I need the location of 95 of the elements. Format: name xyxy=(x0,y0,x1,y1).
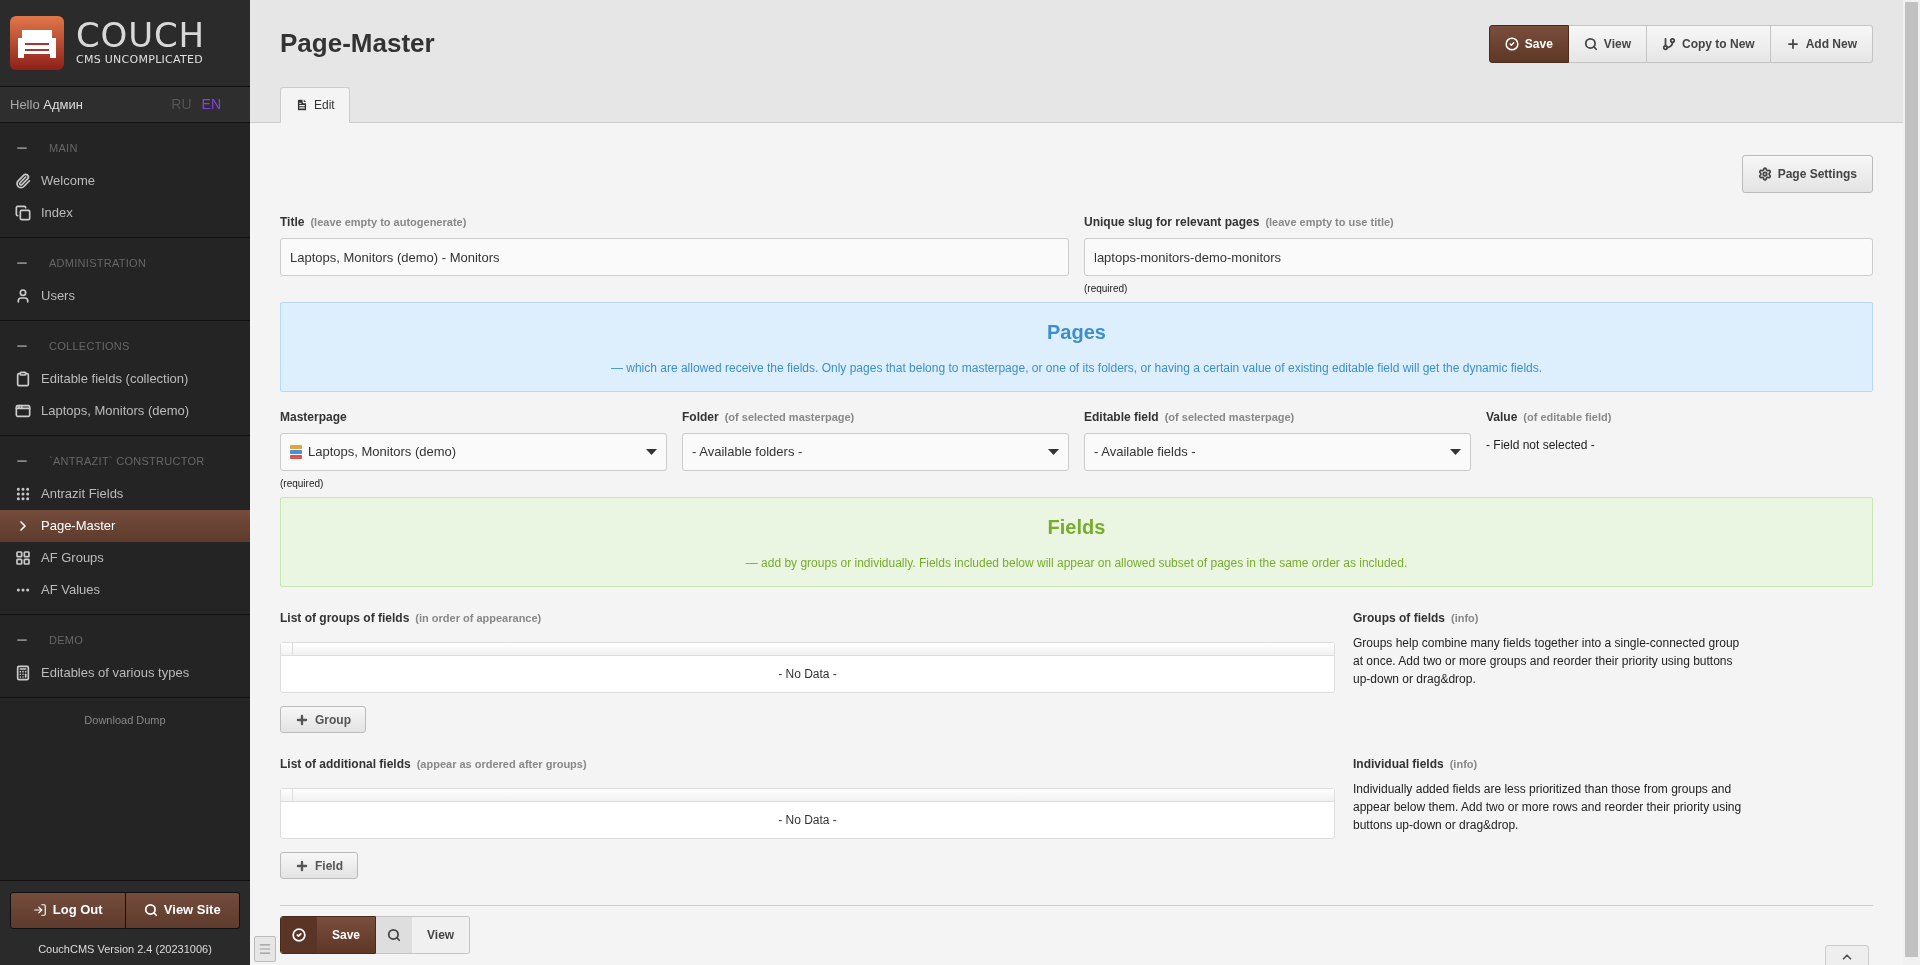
sidebar-item[interactable]: Users xyxy=(0,280,250,312)
check-circle-icon xyxy=(1504,36,1519,51)
greeting-text: Hello Админ xyxy=(10,95,83,114)
page-settings-button[interactable]: Page Settings xyxy=(1741,155,1873,193)
search-icon xyxy=(143,903,158,917)
field-label: Unique slug for relevant pages xyxy=(1084,214,1260,231)
sidebar-item[interactable]: Index xyxy=(0,197,250,229)
select-field[interactable]: - Available fields - xyxy=(1084,433,1471,471)
field-hint: (leave empty to autogenerate) xyxy=(310,215,467,230)
section-heading: DEMO xyxy=(49,632,84,648)
section-heading: COLLECTIONS xyxy=(49,338,130,354)
dot-grid-icon xyxy=(15,486,31,502)
field-label: Folder xyxy=(682,409,719,426)
stacked-squares-icon xyxy=(15,205,31,221)
plus-icon xyxy=(1785,36,1800,51)
action-button[interactable]: View xyxy=(1568,24,1647,63)
brand-tagline: CMS UNCOMPLICATED xyxy=(76,51,204,68)
sidebar-item[interactable]: Antrazit Fields xyxy=(0,478,250,510)
action-button[interactable]: Save xyxy=(1488,24,1569,63)
view-site-button[interactable]: View Site xyxy=(125,891,240,929)
search-icon xyxy=(1583,36,1598,51)
field-hint: (leave empty to use title) xyxy=(1265,215,1394,230)
version-text: CouchCMS Version 2.4 (20231006) xyxy=(38,941,212,957)
select-field[interactable]: Laptops, Monitors (demo) xyxy=(280,433,667,471)
field-hint: (of editable field) xyxy=(1523,410,1612,425)
panel-heading: Fields xyxy=(1047,515,1106,540)
action-button[interactable]: Save xyxy=(280,916,377,954)
field-hint: (info) xyxy=(1451,611,1479,626)
sidebar-item[interactable]: Laptops, Monitors (demo) xyxy=(0,395,250,427)
field-label: List of groups of fields xyxy=(280,610,410,627)
sidebar-toggle-button[interactable] xyxy=(254,936,276,962)
sidebar-item[interactable]: Page-Master xyxy=(0,510,250,542)
caret-icon xyxy=(1450,449,1461,455)
action-button[interactable]: View xyxy=(376,916,471,954)
exit-icon xyxy=(32,903,47,917)
caret-icon xyxy=(646,449,657,455)
field-hint: (appear as ordered after groups) xyxy=(416,757,587,772)
check-circle-icon xyxy=(292,928,306,942)
field-hint: (info) xyxy=(1449,757,1478,772)
empty-message: - No Data - xyxy=(778,666,837,683)
sidebar-item[interactable]: Editable fields (collection) xyxy=(0,363,250,395)
empty-message: - No Data - xyxy=(778,812,837,829)
panel-text: — add by groups or individually. Fields included below will appear on allowed subset of pages in the same order as included. xyxy=(745,555,1408,572)
document-icon xyxy=(295,98,309,112)
couch-logo-icon xyxy=(10,16,64,70)
brand-name: COUCH xyxy=(76,17,205,52)
sidebar-item[interactable]: AF Groups xyxy=(0,542,250,574)
add-button[interactable]: Group xyxy=(280,706,366,733)
field-label: Groups of fields xyxy=(1353,610,1445,627)
add-button[interactable]: Field xyxy=(280,852,358,879)
user-icon xyxy=(15,288,31,304)
section-heading: `ANTRAZIT` CONSTRUCTOR xyxy=(49,453,205,469)
required-note: (required) xyxy=(280,477,325,491)
download-link[interactable]: Download Dump xyxy=(84,712,166,729)
plus-icon xyxy=(295,712,309,727)
required-note: (required) xyxy=(1084,282,1129,296)
text-input[interactable]: Laptops, Monitors (demo) - Monitors xyxy=(280,238,1069,276)
window-icon xyxy=(15,403,31,419)
field-label: Individual fields xyxy=(1353,756,1444,773)
field-hint: (of selected masterpage) xyxy=(724,410,855,425)
sidebar-item[interactable]: Editables of various types xyxy=(0,657,250,689)
info-text: Individually added fields are less prioritized than those from groups and appear below them. Add two or more rows and reorder their priority using buttons up-down or drag&drop. xyxy=(1353,781,1743,834)
action-button[interactable]: Copy to New xyxy=(1647,24,1771,63)
sidebar-item[interactable]: Welcome xyxy=(0,165,250,197)
field-label: Value xyxy=(1486,409,1518,426)
field-label: Editable field xyxy=(1084,409,1159,426)
stacked-layers-icon xyxy=(290,445,302,459)
section-heading: ADMINISTRATION xyxy=(49,255,147,271)
panel-heading: Pages xyxy=(1047,320,1106,345)
search-icon xyxy=(387,928,402,942)
plus-icon xyxy=(295,858,309,873)
value-text: - Field not selected - xyxy=(1486,437,1596,454)
clipboard-icon xyxy=(15,371,31,387)
info-text: Groups help combine many fields together into a single-connected group at once. Add two or more groups and reorder their priority using buttons up-down or drag&drop. xyxy=(1353,635,1741,688)
select-field[interactable]: - Available folders - xyxy=(682,433,1069,471)
paperclip-icon xyxy=(15,173,31,189)
field-hint: (of selected masterpage) xyxy=(1164,410,1295,425)
menu-icon xyxy=(258,942,272,956)
field-label: List of additional fields xyxy=(280,756,411,773)
field-hint: (in order of appearance) xyxy=(415,611,542,626)
logout-button[interactable]: Log Out xyxy=(10,891,126,929)
field-label: Masterpage xyxy=(280,409,347,426)
page-title: Page-Master xyxy=(280,27,435,60)
branch-icon xyxy=(1662,36,1676,51)
calculator-icon xyxy=(15,665,31,681)
section-heading: MAIN xyxy=(49,140,78,156)
four-squares-icon xyxy=(15,550,31,566)
panel-text: — which are allowed receive the fields. Only pages that belong to masterpage, or one of its folders, or having a certain value of existing editable field will get the dynamic fields. xyxy=(610,360,1543,377)
caret-icon xyxy=(1048,449,1059,455)
action-button[interactable]: Add New xyxy=(1770,24,1873,63)
field-label: Title xyxy=(280,214,305,231)
sidebar-item[interactable]: AF Values xyxy=(0,574,250,606)
settings-icon xyxy=(1757,167,1772,181)
tab[interactable]: Edit xyxy=(280,87,350,123)
text-input[interactable]: laptops-monitors-demo-monitors xyxy=(1084,238,1873,276)
